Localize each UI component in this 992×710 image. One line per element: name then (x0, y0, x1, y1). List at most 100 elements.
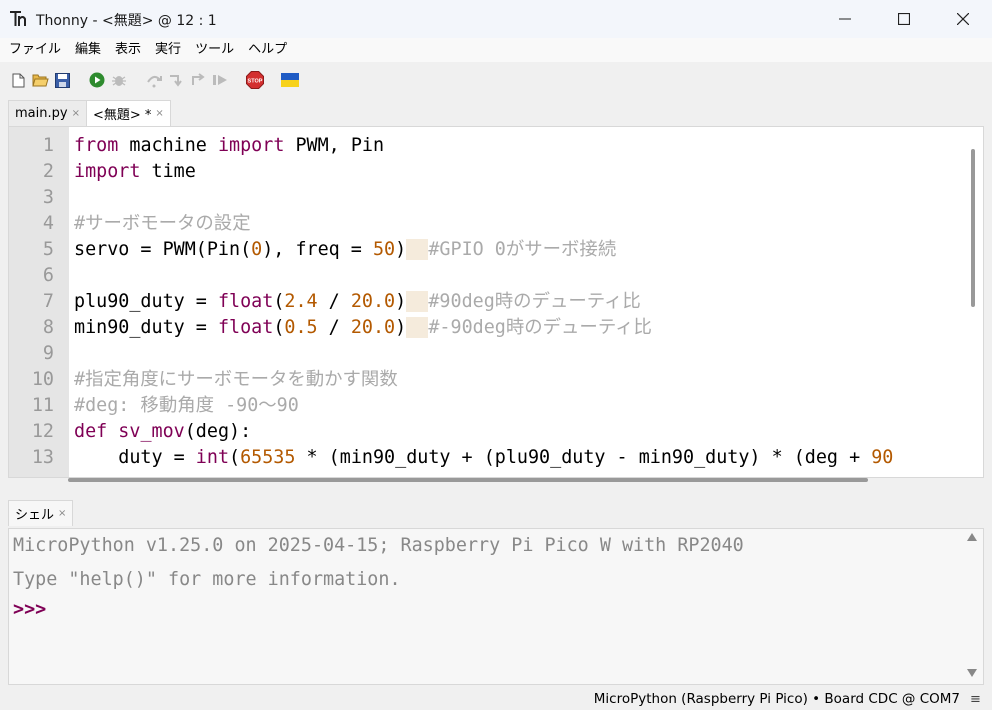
line-number: 2 (42, 161, 54, 182)
code-line: 6 (9, 263, 961, 289)
line-number: 1 (42, 135, 54, 156)
menu-view[interactable]: 表示 (108, 38, 148, 62)
code-line: 2 import time (9, 159, 961, 185)
run-button[interactable] (88, 71, 106, 89)
tab-shell[interactable]: シェル × (8, 500, 74, 526)
code-text: ) (395, 317, 407, 338)
open-file-button[interactable] (31, 71, 49, 89)
code-line: 12 def sv_mov(deg): (9, 419, 961, 445)
number: 90 (871, 447, 894, 468)
save-icon (54, 72, 70, 88)
shell-tab-bar: シェル × (0, 498, 992, 526)
tab-label: main.py (15, 106, 68, 121)
maximize-icon (898, 13, 910, 25)
scroll-down-icon[interactable] (967, 669, 977, 677)
step-into-icon (169, 75, 182, 87)
line-number: 3 (42, 187, 54, 208)
code-text: servo = PWM(Pin( (74, 239, 252, 260)
code-line: 3 (9, 185, 961, 211)
ukraine-flag-icon (281, 73, 299, 87)
resume-icon (212, 75, 227, 85)
comment: #GPIO 0がサーボ接続 (428, 239, 617, 260)
code-text: machine (118, 135, 218, 156)
number: 50 (372, 239, 396, 260)
menu-tools[interactable]: ツール (188, 38, 241, 62)
thonny-app-icon (10, 11, 26, 26)
line-number: 6 (42, 265, 54, 286)
editor-vertical-scrollbar[interactable] (971, 149, 975, 307)
code-text: ), freq = (262, 239, 373, 260)
line-number: 12 (31, 421, 54, 442)
code-line: 4 #サーボモータの設定 (9, 211, 961, 237)
code-text: / (317, 317, 351, 338)
editor-tab-bar: main.py × <無題> * × (0, 98, 992, 126)
number: 2.4 (284, 291, 318, 312)
menu-run[interactable]: 実行 (148, 38, 188, 62)
open-file-icon (31, 74, 49, 87)
editor-horizontal-scrollbar[interactable] (68, 478, 868, 482)
line-number: 10 (31, 369, 54, 390)
shell-console[interactable]: MicroPython v1.25.0 on 2025-04-15; Raspb… (8, 528, 984, 685)
line-number: 13 (31, 447, 54, 468)
number: 0.5 (284, 317, 318, 338)
step-over-button[interactable] (145, 71, 163, 89)
stop-icon: STOP (246, 71, 264, 89)
builtin: float (217, 317, 274, 338)
code-text: min90_duty = (74, 317, 218, 338)
line-number: 4 (42, 213, 54, 234)
comment: #deg: 移動角度 -90〜90 (74, 395, 299, 416)
line-number: 11 (31, 395, 54, 416)
step-into-button[interactable] (167, 71, 185, 89)
function-name: sv_mov (118, 421, 185, 442)
menu-icon[interactable]: ≡ (970, 692, 981, 707)
comment: #サーボモータの設定 (74, 213, 251, 234)
number: 20.0 (350, 317, 396, 338)
tab-untitled[interactable]: <無題> * × (86, 100, 171, 126)
new-file-button[interactable] (9, 71, 27, 89)
maximize-button[interactable] (875, 0, 933, 38)
number: 65535 (240, 447, 296, 468)
save-button[interactable] (53, 71, 71, 89)
interpreter-status[interactable]: MicroPython (Raspberry Pi Pico) • Board … (594, 691, 960, 707)
window-title: Thonny - <無題> @ 12 : 1 (36, 13, 217, 29)
resume-button[interactable] (211, 71, 229, 89)
code-text: ( (273, 317, 285, 338)
code-line: 1 from machine import PWM, Pin (9, 133, 961, 159)
code-editor[interactable]: 1 from machine import PWM, Pin 2 import ti… (8, 126, 984, 478)
comment: #90deg時のデューティ比 (428, 291, 641, 312)
tab-close-icon[interactable]: × (58, 508, 66, 519)
step-out-button[interactable] (189, 71, 207, 89)
code-text: ) (395, 291, 407, 312)
scroll-up-icon[interactable] (967, 533, 977, 541)
stop-button[interactable]: STOP (246, 71, 264, 89)
tab-close-icon[interactable]: × (155, 108, 163, 119)
minimize-button[interactable] (816, 0, 874, 38)
code-text: ( (229, 447, 241, 468)
line-number: 8 (42, 317, 54, 338)
close-button[interactable] (934, 0, 992, 38)
code-line: 8 min90_duty = float(0.5 / 20.0) #-90deg時… (9, 315, 961, 341)
trailing-whitespace (406, 291, 429, 312)
menu-help[interactable]: ヘルプ (241, 38, 294, 62)
close-icon (957, 13, 969, 25)
tab-label: <無題> * (93, 108, 152, 123)
ukraine-flag-button[interactable] (281, 71, 299, 89)
code-text: (deg): (184, 421, 252, 442)
code-text: * (min90_duty + (plu90_duty - min90_duty… (295, 447, 872, 468)
new-file-icon (12, 73, 24, 87)
tab-close-icon[interactable]: × (72, 108, 80, 119)
step-out-icon (191, 73, 205, 85)
comment: #指定角度にサーボモータを動かす関数 (74, 369, 398, 390)
debug-button[interactable] (110, 71, 128, 89)
menu-file[interactable]: ファイル (2, 38, 68, 62)
trailing-whitespace (406, 317, 429, 338)
code-line: 7 plu90_duty = float(2.4 / 20.0) #90deg時の… (9, 289, 961, 315)
shell-banner: MicroPython v1.25.0 on 2025-04-15; Raspb… (13, 535, 744, 556)
comment: #-90deg時のデューティ比 (428, 317, 652, 338)
shell-help-hint: Type "help()" for more information. (13, 569, 401, 590)
code-text: plu90_duty = (74, 291, 218, 312)
status-bar: MicroPython (Raspberry Pi Pico) • Board … (0, 688, 992, 710)
menu-edit[interactable]: 編集 (68, 38, 108, 62)
tab-main-py[interactable]: main.py × (8, 100, 87, 126)
